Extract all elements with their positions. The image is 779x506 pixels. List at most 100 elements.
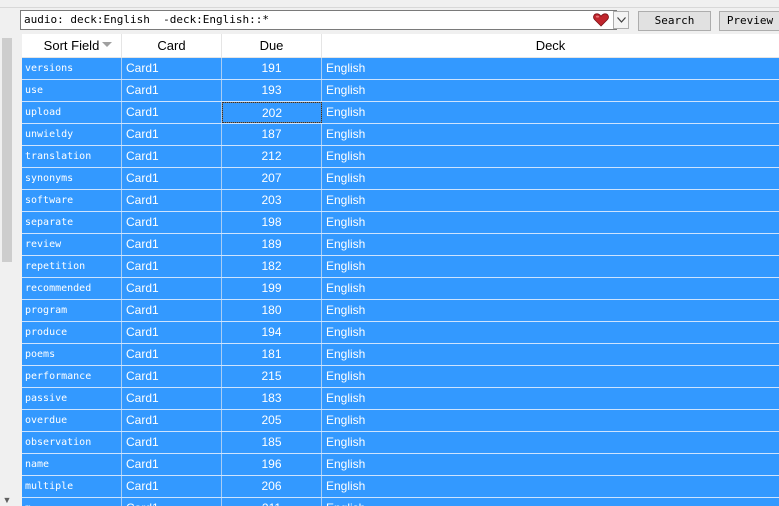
due-cell: 212: [222, 146, 322, 167]
card-cell: Card1: [122, 190, 222, 211]
table-row[interactable]: m...Card1211English: [22, 498, 779, 506]
due-cell: 196: [222, 454, 322, 475]
sort-field-cell: upload: [22, 102, 122, 123]
due-cell: 189: [222, 234, 322, 255]
search-button[interactable]: Search: [638, 11, 711, 31]
due-cell: 191: [222, 58, 322, 79]
table-row[interactable]: repetition Card1 182 English: [22, 256, 779, 278]
due-cell: 199: [222, 278, 322, 299]
table-row[interactable]: overdue Card1 205 English: [22, 410, 779, 432]
column-header-label: Due: [259, 38, 284, 53]
due-cell: 198: [222, 212, 322, 233]
sort-field-cell: multiple: [22, 476, 122, 497]
search-input[interactable]: [20, 10, 617, 30]
card-cell: Card1: [122, 102, 222, 123]
table-row[interactable]: recommended Card1 199 English: [22, 278, 779, 300]
card-cell: Card1: [122, 498, 222, 506]
sort-field-cell: poems: [22, 344, 122, 365]
deck-cell: English: [326, 479, 366, 493]
table-row[interactable]: separate Card1 198 English: [22, 212, 779, 234]
table-row[interactable]: translation Card1 212 English: [22, 146, 779, 168]
table-row[interactable]: observation Card1 185 English: [22, 432, 779, 454]
top-toolbar-strip: [0, 0, 779, 8]
card-cell: Card1: [122, 432, 222, 453]
due-cell: 215: [222, 366, 322, 387]
card-cell: Card1: [122, 212, 222, 233]
deck-cell: English: [326, 347, 366, 361]
column-header-label: Card: [157, 38, 186, 53]
table-row[interactable]: software Card1 203 English: [22, 190, 779, 212]
sort-field-cell: versions: [22, 58, 122, 79]
table-row[interactable]: name Card1 196 English: [22, 454, 779, 476]
due-cell: 180: [222, 300, 322, 321]
preview-button[interactable]: Preview: [719, 11, 779, 31]
table-row[interactable]: produce Card1 194 English: [22, 322, 779, 344]
table-row[interactable]: unwieldy Card1 187 English: [22, 124, 779, 146]
due-cell: 193: [222, 80, 322, 101]
vertical-scrollbar[interactable]: ▼: [0, 34, 14, 506]
deck-cell: English: [326, 259, 366, 273]
column-header-deck[interactable]: Deck: [322, 34, 779, 57]
card-cell: Card1: [122, 278, 222, 299]
card-cell: Card1: [122, 410, 222, 431]
due-cell: 207: [222, 168, 322, 189]
deck-cell: English: [326, 237, 366, 251]
table-row[interactable]: program Card1 180 English: [22, 300, 779, 322]
table-body: versions Card1 191 English use Card1 193 Englis…: [22, 58, 779, 506]
table-row[interactable]: performance Card1 215 English: [22, 366, 779, 388]
table-row[interactable]: use Card1 193 English: [22, 80, 779, 102]
due-cell: 205: [222, 410, 322, 431]
deck-cell: English: [326, 369, 366, 383]
due-cell: 182: [222, 256, 322, 277]
card-cell: Card1: [122, 322, 222, 343]
sort-field-cell: use: [22, 80, 122, 101]
column-header-label: Deck: [535, 38, 566, 53]
table-row[interactable]: multiple Card1 206 English: [22, 476, 779, 498]
sort-field-cell: performance: [22, 366, 122, 387]
card-cell: Card1: [122, 344, 222, 365]
table-row[interactable]: poems Card1 181 English: [22, 344, 779, 366]
card-cell: Card1: [122, 234, 222, 255]
card-cell: Card1: [122, 168, 222, 189]
sort-field-cell: software: [22, 190, 122, 211]
card-cell: Card1: [122, 256, 222, 277]
card-cell: Card1: [122, 146, 222, 167]
deck-cell: English: [326, 281, 366, 295]
table-row[interactable]: upload Card1 202 English: [22, 102, 779, 124]
deck-cell: English: [326, 215, 366, 229]
deck-cell: English: [326, 413, 366, 427]
deck-cell: English: [326, 171, 366, 185]
sort-field-cell: overdue: [22, 410, 122, 431]
due-cell: 203: [222, 190, 322, 211]
due-cell: 194: [222, 322, 322, 343]
scrollbar-thumb[interactable]: [2, 38, 12, 262]
deck-cell: English: [326, 435, 366, 449]
deck-cell: English: [326, 61, 366, 75]
search-bar: Search Preview: [0, 8, 779, 34]
deck-cell: English: [326, 127, 366, 141]
card-cell: Card1: [122, 80, 222, 101]
deck-cell: English: [326, 303, 366, 317]
sort-field-cell: translation: [22, 146, 122, 167]
sort-field-cell: produce: [22, 322, 122, 343]
table-row[interactable]: review Card1 189 English: [22, 234, 779, 256]
chevron-down-icon[interactable]: [613, 11, 629, 29]
column-header-due[interactable]: Due: [222, 34, 322, 57]
card-cell: Card1: [122, 454, 222, 475]
column-header-card[interactable]: Card: [122, 34, 222, 57]
scroll-down-arrow-icon[interactable]: ▼: [0, 494, 14, 506]
due-cell: 183: [222, 388, 322, 409]
deck-cell: English: [326, 391, 366, 405]
due-cell: 181: [222, 344, 322, 365]
card-cell: Card1: [122, 366, 222, 387]
deck-cell: English: [326, 325, 366, 339]
sort-field-cell: review: [22, 234, 122, 255]
table-row[interactable]: synonyms Card1 207 English: [22, 168, 779, 190]
table-row[interactable]: passive Card1 183 English: [22, 388, 779, 410]
sort-field-cell: name: [22, 454, 122, 475]
heart-icon[interactable]: [592, 12, 610, 28]
table-row[interactable]: versions Card1 191 English: [22, 58, 779, 80]
sort-field-cell: repetition: [22, 256, 122, 277]
card-cell: Card1: [122, 124, 222, 145]
deck-cell: English: [326, 457, 366, 471]
